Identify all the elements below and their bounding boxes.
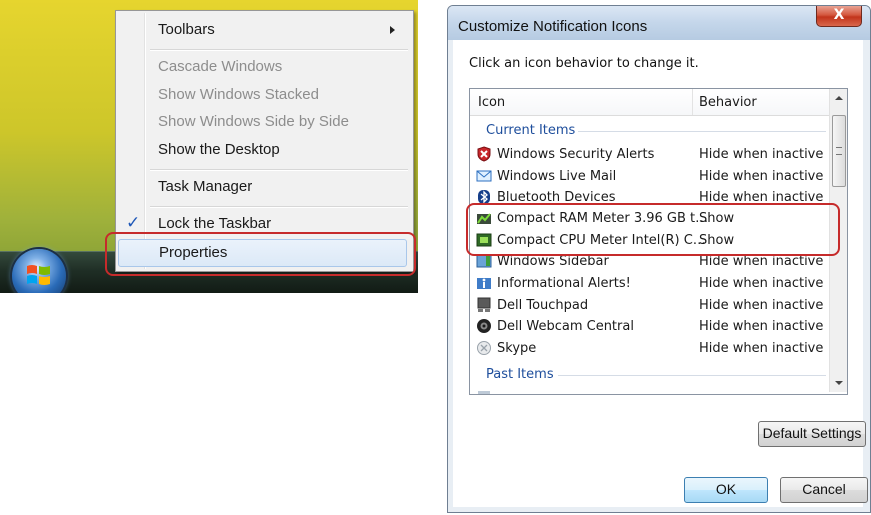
item-name: Dell Webcam Central xyxy=(497,319,634,334)
menu-item-show-the-desktop[interactable]: Show the Desktop xyxy=(118,137,409,163)
list-item[interactable]: Windows Security Alerts Hide when inacti… xyxy=(476,144,830,165)
instruction-text: Click an icon behavior to change it. xyxy=(469,56,699,71)
list-item[interactable]: Windows Live Mail Hide when inactive xyxy=(476,166,830,187)
close-icon: X xyxy=(833,7,845,23)
menu-item-task-manager[interactable]: Task Manager xyxy=(118,174,409,200)
item-name: Windows Sidebar xyxy=(497,254,609,269)
item-behavior[interactable]: Hide when inactive xyxy=(699,254,823,269)
column-header-icon[interactable]: Icon xyxy=(478,95,505,110)
item-name: Dell Touchpad xyxy=(497,298,589,313)
menu-item-label: Show Windows Side by Side xyxy=(158,113,349,130)
ok-button[interactable]: OK xyxy=(684,477,768,503)
close-button[interactable]: X xyxy=(816,6,862,27)
scroll-up-button[interactable] xyxy=(830,89,847,106)
app-icon xyxy=(478,391,490,394)
checkmark-icon: ✓ xyxy=(126,213,141,232)
list-item[interactable]: Skype Hide when inactive xyxy=(476,338,830,359)
item-behavior[interactable]: Hide when inactive xyxy=(699,298,823,313)
arrow-down-icon xyxy=(835,381,843,385)
menu-item-show-windows-side-by-side[interactable]: Show Windows Side by Side xyxy=(118,109,409,135)
touchpad-icon xyxy=(477,297,491,312)
menu-separator xyxy=(150,206,408,208)
item-behavior[interactable]: Hide when inactive xyxy=(699,276,823,291)
list-item[interactable]: Dell Touchpad Hide when inactive xyxy=(476,295,830,316)
menu-item-label: Show Windows Stacked xyxy=(158,86,319,103)
group-header-past-items: Past Items xyxy=(486,367,554,382)
item-name: Informational Alerts! xyxy=(497,276,631,291)
menu-item-label: Toolbars xyxy=(158,21,215,38)
mail-icon xyxy=(476,170,492,182)
scroll-thumb[interactable] xyxy=(832,115,846,187)
windows-logo-icon xyxy=(27,265,50,285)
item-name: Windows Live Mail xyxy=(497,169,617,184)
title-bar[interactable]: Customize Notification Icons X xyxy=(448,6,870,40)
default-settings-button[interactable]: Default Settings xyxy=(758,421,866,447)
scroll-down-button[interactable] xyxy=(830,375,847,392)
item-behavior[interactable]: Hide when inactive xyxy=(699,169,823,184)
webcam-icon xyxy=(477,319,491,333)
group-divider-line xyxy=(558,375,826,376)
list-header: Icon Behavior xyxy=(470,89,830,116)
list-item[interactable]: Dell Webcam Central Hide when inactive xyxy=(476,316,830,337)
group-header-current-items: Current Items xyxy=(486,123,576,138)
skype-icon xyxy=(477,341,491,355)
item-name: Windows Security Alerts xyxy=(497,147,655,162)
menu-item-label: Show the Desktop xyxy=(158,141,280,158)
item-name: Skype xyxy=(497,341,537,356)
dialog-title: Customize Notification Icons xyxy=(458,18,648,35)
submenu-arrow-icon xyxy=(390,26,395,34)
cancel-button[interactable]: Cancel xyxy=(780,477,868,503)
menu-item-cascade-windows[interactable]: Cascade Windows xyxy=(118,54,409,80)
item-behavior[interactable]: Hide when inactive xyxy=(699,319,823,334)
item-behavior[interactable]: Hide when inactive xyxy=(699,341,823,356)
menu-item-toolbars[interactable]: Toolbars xyxy=(118,17,409,43)
annotation-highlight-compact-meters xyxy=(466,203,840,256)
menu-item-label: Lock the Taskbar xyxy=(158,215,272,232)
menu-item-label: Task Manager xyxy=(158,178,253,195)
column-header-behavior[interactable]: Behavior xyxy=(699,95,757,110)
column-divider[interactable] xyxy=(692,89,693,115)
item-behavior[interactable]: Hide when inactive xyxy=(699,147,823,162)
dialog-body: Click an icon behavior to change it. Ico… xyxy=(453,40,868,507)
menu-item-label: Cascade Windows xyxy=(158,58,283,75)
list-item-partial[interactable] xyxy=(476,387,830,394)
menu-item-show-windows-stacked[interactable]: Show Windows Stacked xyxy=(118,82,409,108)
annotation-highlight-properties xyxy=(105,232,416,276)
arrow-up-icon xyxy=(835,96,843,100)
list-item[interactable]: Informational Alerts! Hide when inactive xyxy=(476,273,830,294)
group-divider-line xyxy=(578,131,826,132)
customize-notification-icons-dialog: Customize Notification Icons X Click an … xyxy=(447,5,871,513)
desktop-background: Toolbars Cascade Windows Show Windows St… xyxy=(0,0,418,293)
menu-separator xyxy=(150,49,408,51)
info-alert-icon xyxy=(477,278,491,289)
menu-separator xyxy=(150,169,408,171)
security-shield-icon xyxy=(477,146,491,162)
